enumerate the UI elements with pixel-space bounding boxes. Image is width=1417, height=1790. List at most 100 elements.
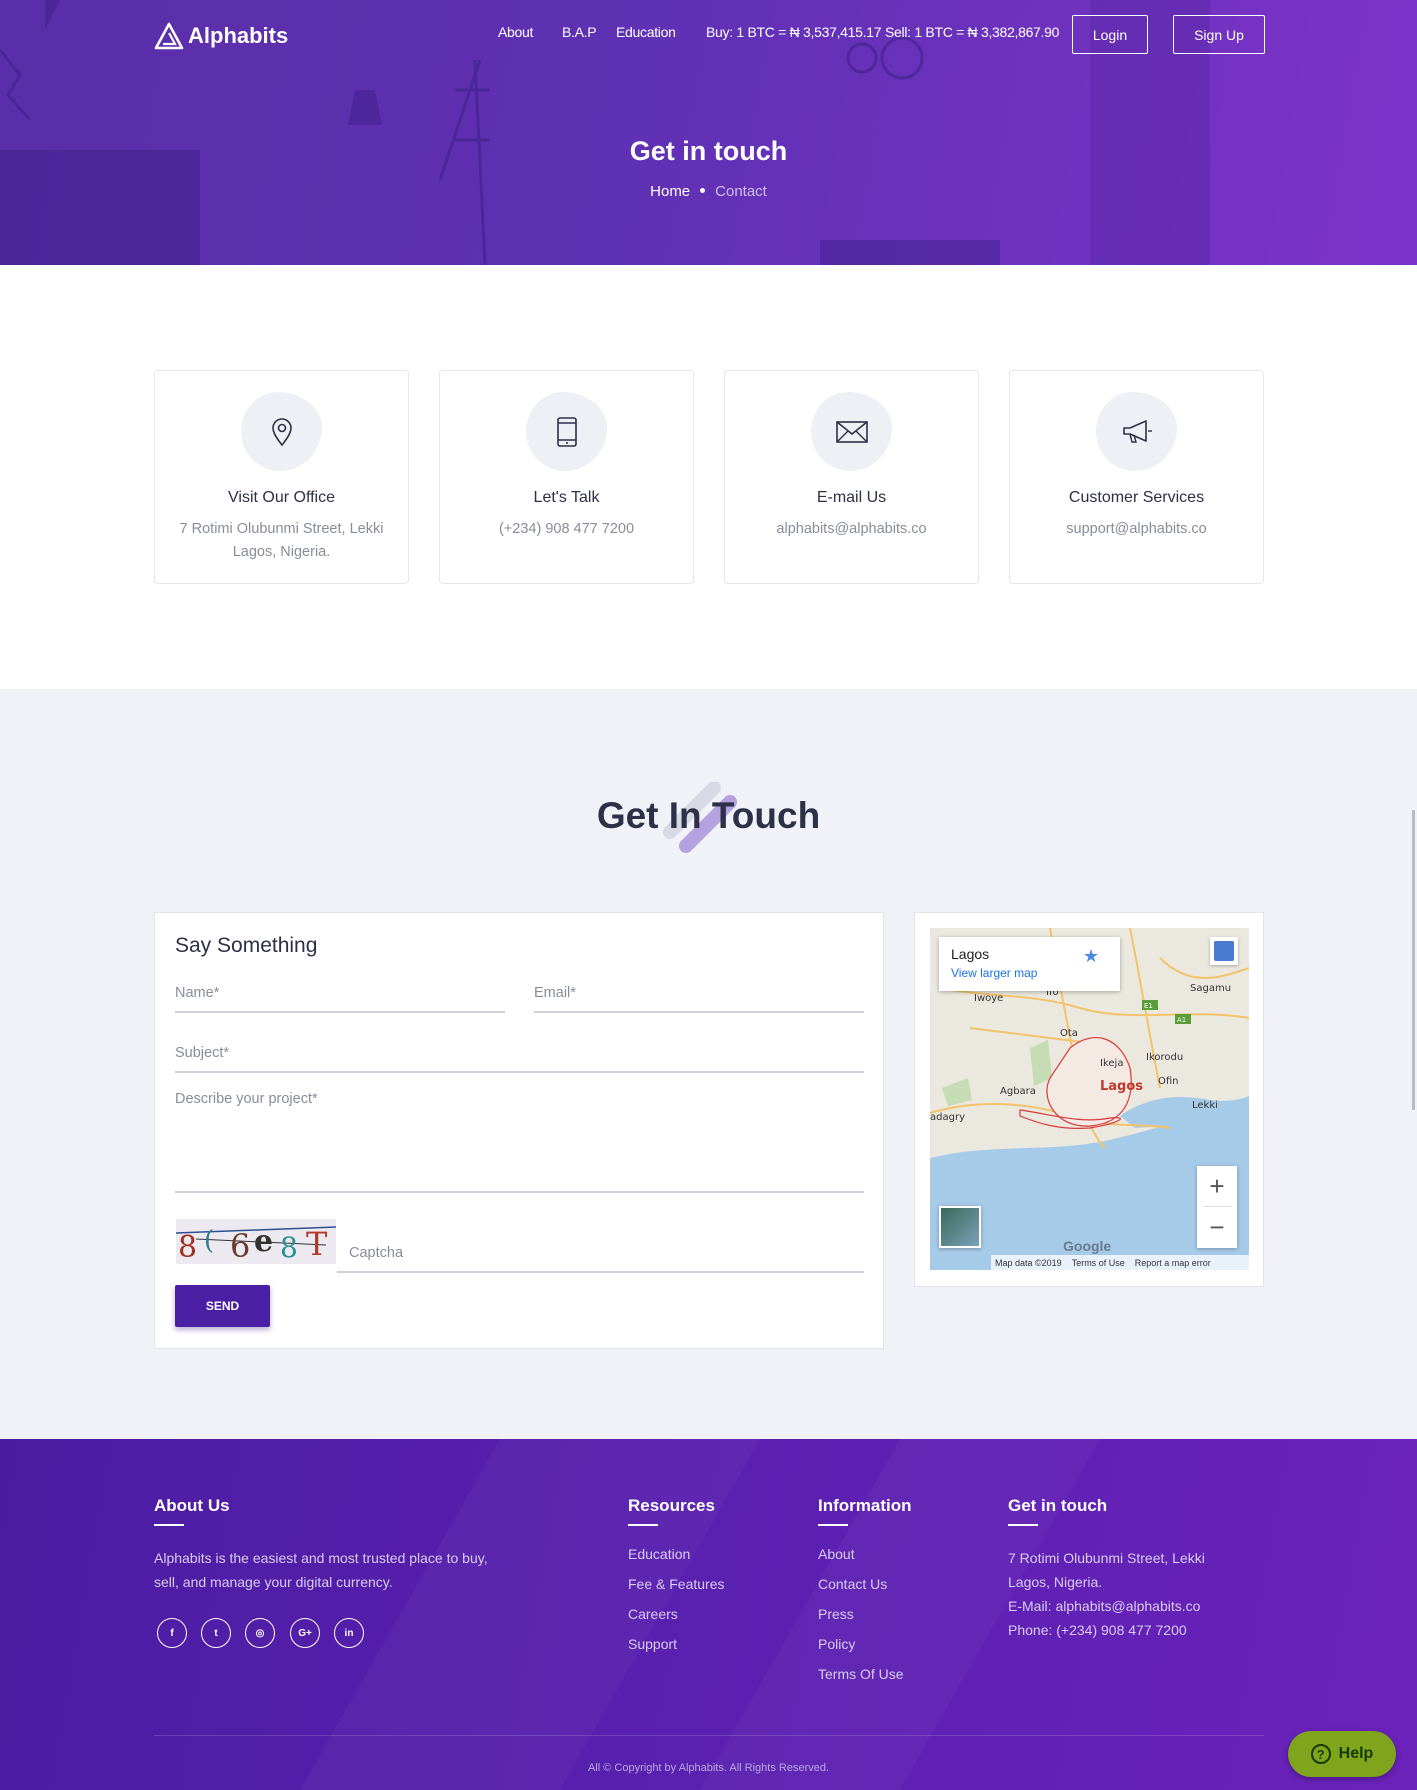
send-button[interactable]: SEND [175, 1285, 270, 1327]
email-field[interactable]: Email* [534, 975, 864, 1013]
pegman-icon[interactable] [1210, 937, 1238, 965]
footer-touch-title: Get in touch [1008, 1496, 1108, 1526]
map-attribution: Map data ©2019 Terms of Use Report a map… [991, 1255, 1249, 1270]
card-text: alphabits@alphabits.co [776, 521, 927, 537]
nav-link-education[interactable]: Education [616, 24, 676, 40]
save-star-icon[interactable]: ★ [1083, 946, 1099, 967]
footer-resources-title: Resources [628, 1496, 715, 1526]
footer-phone: Phone: (+234) 908 477 7200 [1008, 1622, 1187, 1638]
contact-card-phone: Let's Talk (+234) 908 477 7200 [439, 370, 694, 584]
footer-link-press[interactable]: Press [818, 1599, 854, 1629]
brand-name: Alphabits [188, 23, 289, 48]
nav-link-about[interactable]: About [498, 24, 533, 40]
zoom-controls: + − [1197, 1166, 1237, 1248]
footer-about-text: Alphabits is the easiest and most truste… [154, 1550, 488, 1590]
help-button[interactable]: ? Help [1288, 1731, 1396, 1777]
nav-link-bap[interactable]: B.A.P [562, 24, 597, 40]
help-label: Help [1338, 1745, 1374, 1762]
name-field[interactable]: Name* [175, 975, 505, 1013]
page-title: Get in touch [629, 136, 788, 166]
svg-text:6: 6 [230, 1227, 250, 1264]
map-terms-link[interactable]: Terms of Use [1072, 1258, 1125, 1268]
svg-text:adagry: adagry [930, 1112, 965, 1123]
facebook-icon[interactable]: f [157, 1618, 187, 1648]
card-text: (+234) 908 477 7200 [498, 521, 635, 537]
footer-link-support[interactable]: Support [628, 1629, 677, 1659]
breadcrumb-separator [700, 188, 706, 193]
satellite-toggle[interactable] [939, 1206, 981, 1248]
subject-placeholder: Subject* [175, 1045, 230, 1061]
phone-icon [556, 416, 577, 447]
card-title: Let's Talk [533, 489, 600, 506]
name-placeholder: Name* [175, 985, 220, 1001]
captcha-text-graphic: 8 ( 6 e 8 T [175, 1224, 337, 1265]
project-textarea[interactable]: Describe your project* [175, 1091, 864, 1193]
card-icon-bg [1096, 392, 1177, 471]
svg-text:Lekki: Lekki [1192, 1100, 1218, 1111]
contact-card-support: Customer Services support@alphabits.co [1009, 370, 1264, 584]
breadcrumb-current: Contact [715, 183, 767, 200]
map-place-name: Lagos [951, 946, 990, 962]
signup-button[interactable]: Sign Up [1173, 15, 1265, 54]
question-icon: ? [1310, 1744, 1331, 1764]
footer-background-pattern [0, 1439, 1417, 1790]
page-scrollbar[interactable] [1412, 810, 1415, 1110]
card-text: 7 Rotimi Olubunmi Street, Lekki Lagos, N… [179, 521, 384, 560]
svg-text:Ikeja: Ikeja [1100, 1058, 1123, 1069]
location-pin-icon [271, 417, 292, 446]
svg-text:T: T [306, 1225, 328, 1263]
hero-banner: Alphabits About B.A.P Education Buy: 1 B… [0, 0, 1417, 265]
svg-text:e: e [254, 1224, 273, 1259]
copyright: All © Copyright by Alphabits. All Rights… [587, 1762, 830, 1774]
login-button[interactable]: Login [1072, 15, 1148, 54]
card-title: E-mail Us [816, 489, 887, 506]
subject-field[interactable]: Subject* [175, 1035, 864, 1073]
footer: About Us Alphabits is the easiest and mo… [0, 1439, 1417, 1790]
footer-link-contact[interactable]: Contact Us [818, 1569, 887, 1599]
card-icon-bg [241, 392, 322, 471]
svg-text:Ota: Ota [1060, 1028, 1078, 1039]
brand-logo[interactable]: Alphabits [154, 22, 288, 50]
svg-text:Iwoye: Iwoye [974, 993, 1003, 1004]
google-logo: Google [1063, 1238, 1112, 1254]
alphabits-logo-icon [154, 22, 184, 50]
envelope-icon [835, 420, 868, 443]
footer-link-fees[interactable]: Fee & Features [628, 1569, 725, 1599]
linkedin-icon[interactable]: in [334, 1618, 364, 1648]
form-heading: Say Something [175, 934, 318, 957]
map-report-link[interactable]: Report a map error [1135, 1258, 1211, 1268]
captcha-field[interactable]: Captcha [337, 1229, 864, 1273]
card-title: Customer Services [1068, 489, 1205, 506]
google-map[interactable]: Iwoye Ifo Sagamu Ota Ikeja Ikorodu Agbar… [930, 928, 1249, 1270]
footer-link-careers[interactable]: Careers [628, 1599, 678, 1629]
card-title: Visit Our Office [228, 489, 335, 506]
zoom-out-button[interactable]: − [1197, 1207, 1237, 1247]
megaphone-icon [1122, 419, 1152, 443]
footer-address-line-1: 7 Rotimi Olubunmi Street, Lekki [1008, 1550, 1205, 1566]
svg-text:8: 8 [178, 1230, 197, 1264]
view-larger-map-link[interactable]: View larger map [951, 966, 1037, 980]
twitter-icon[interactable]: t [201, 1618, 231, 1648]
footer-link-education[interactable]: Education [628, 1539, 690, 1569]
contact-card-email: E-mail Us alphabits@alphabits.co [724, 370, 979, 584]
zoom-in-button[interactable]: + [1197, 1166, 1237, 1206]
captcha-placeholder: Captcha [349, 1245, 404, 1261]
svg-text:Agbara: Agbara [1000, 1086, 1036, 1097]
google-plus-icon[interactable]: G+ [290, 1618, 320, 1648]
footer-link-about[interactable]: About [818, 1539, 855, 1569]
footer-email: E-Mail: alphabits@alphabits.co [1008, 1598, 1201, 1614]
svg-text:8: 8 [280, 1231, 298, 1264]
instagram-icon[interactable]: ◎ [245, 1618, 275, 1648]
footer-link-policy[interactable]: Policy [818, 1629, 855, 1659]
svg-text:(: ( [204, 1226, 214, 1256]
svg-text:A1: A1 [1177, 1016, 1186, 1024]
contact-form: Say Something Name* Email* Subject* Desc… [154, 912, 884, 1349]
section-title: Get In Touch [596, 795, 821, 836]
sell-rate: Sell: 1 BTC = ₦ 3,382,867.90 [885, 24, 1060, 40]
breadcrumb-home[interactable]: Home [650, 183, 690, 200]
svg-text:E1: E1 [1144, 1002, 1153, 1010]
footer-link-terms[interactable]: Terms Of Use [818, 1659, 904, 1689]
email-placeholder: Email* [534, 985, 576, 1001]
project-placeholder: Describe your project* [175, 1091, 318, 1107]
card-icon-bg [811, 392, 892, 471]
